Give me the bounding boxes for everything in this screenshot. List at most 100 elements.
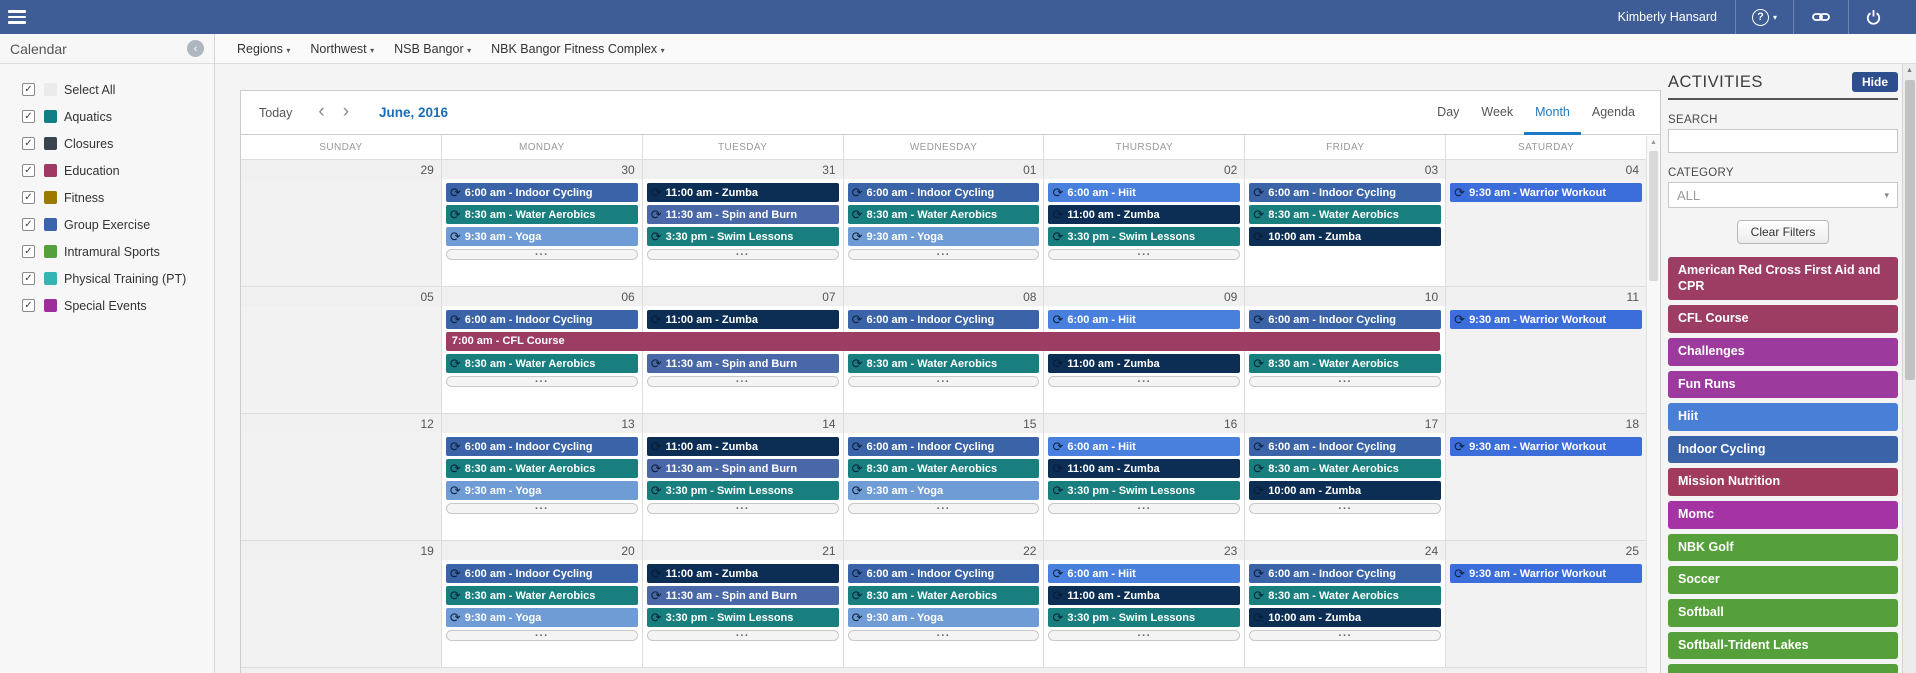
calendar-filter-education[interactable]: ✓Education [0,157,214,184]
day-cell-03[interactable]: 03⟳6:00 am - Indoor Cycling⟳8:30 am - Wa… [1244,160,1445,286]
event-10-00-am-zumba[interactable]: ⟳10:00 am - Zumba [1249,481,1441,500]
more-events-button[interactable]: ... [1249,376,1441,387]
more-events-button[interactable]: ... [848,630,1040,641]
activity-tag-indoor-cycling[interactable]: Indoor Cycling [1668,436,1898,464]
event-6-00-am-indoor-cycling[interactable]: ⟳6:00 am - Indoor Cycling [1249,437,1441,456]
event-6-00-am-indoor-cycling[interactable]: ⟳6:00 am - Indoor Cycling [446,437,638,456]
event-3-30-pm-swim-lessons[interactable]: ⟳3:30 pm - Swim Lessons [1048,481,1240,500]
event-8-30-am-water-aerobics[interactable]: ⟳8:30 am - Water Aerobics [848,459,1040,478]
more-events-button[interactable]: ... [446,249,638,260]
more-events-button[interactable]: ... [446,376,638,387]
event-11-30-am-spin-and-burn[interactable]: ⟳11:30 am - Spin and Burn [647,586,839,605]
day-cell-04[interactable]: 04⟳9:30 am - Warrior Workout [1445,160,1646,286]
event-6-00-am-hiit[interactable]: ⟳6:00 am - Hiit [1048,564,1240,583]
breadcrumb-item-regions[interactable]: Regions ▾ [223,42,296,56]
clear-filters-button[interactable]: Clear Filters [1737,220,1830,244]
day-cell-21[interactable]: 21⟳11:00 am - Zumba⟳11:30 am - Spin and … [642,541,843,667]
prev-month-icon[interactable]: ‹ [318,102,324,124]
more-events-button[interactable]: ... [1048,376,1240,387]
day-cell-15[interactable]: 15⟳6:00 am - Indoor Cycling⟳8:30 am - Wa… [843,414,1044,540]
event-6-00-am-hiit[interactable]: ⟳6:00 am - Hiit [1048,310,1240,329]
event-8-30-am-water-aerobics[interactable]: ⟳8:30 am - Water Aerobics [1249,354,1441,373]
tab-month[interactable]: Month [1524,91,1581,135]
event-6-00-am-hiit[interactable]: ⟳6:00 am - Hiit [1048,437,1240,456]
activity-tag-fun-runs[interactable]: Fun Runs [1668,371,1898,399]
more-events-button[interactable]: ... [647,249,839,260]
breadcrumb-item-nbk-bangor-fitness-complex[interactable]: NBK Bangor Fitness Complex ▾ [477,42,671,56]
activity-tag-softball[interactable]: Softball [1668,599,1898,627]
day-cell-05[interactable]: 05 [241,287,441,413]
event-6-00-am-hiit[interactable]: ⟳6:00 am - Hiit [1048,183,1240,202]
activity-tag-momc[interactable]: Momc [1668,501,1898,529]
activity-tag-item[interactable] [1668,664,1898,673]
scrollbar-thumb[interactable] [1905,80,1915,380]
day-cell-25[interactable]: 25⟳9:30 am - Warrior Workout [1445,541,1646,667]
event-9-30-am-warrior-workout[interactable]: ⟳9:30 am - Warrior Workout [1450,310,1642,329]
tab-week[interactable]: Week [1470,91,1524,135]
calendar-filter-group-exercise[interactable]: ✓Group Exercise [0,211,214,238]
event-11-00-am-zumba[interactable]: ⟳11:00 am - Zumba [1048,459,1240,478]
event-6-00-am-indoor-cycling[interactable]: ⟳6:00 am - Indoor Cycling [848,564,1040,583]
event-6-00-am-indoor-cycling[interactable]: ⟳6:00 am - Indoor Cycling [446,183,638,202]
activity-tag-hiit[interactable]: Hiit [1668,403,1898,431]
event-9-30-am-yoga[interactable]: ⟳9:30 am - Yoga [848,608,1040,627]
checkbox-aquatics[interactable]: ✓ [22,110,35,123]
event-10-00-am-zumba[interactable]: ⟳10:00 am - Zumba [1249,608,1441,627]
today-button[interactable]: Today [259,106,292,120]
checkbox-fitness[interactable]: ✓ [22,191,35,204]
day-cell-30[interactable]: 30⟳6:00 am - Indoor Cycling⟳8:30 am - Wa… [441,160,642,286]
event-6-00-am-indoor-cycling[interactable]: ⟳6:00 am - Indoor Cycling [1249,310,1441,329]
category-select[interactable]: ALL ▾ [1668,182,1898,208]
event-11-00-am-zumba[interactable]: ⟳11:00 am - Zumba [647,310,839,329]
calendar-filter-aquatics[interactable]: ✓Aquatics [0,103,214,130]
activity-tag-cfl-course[interactable]: CFL Course [1668,305,1898,333]
tab-agenda[interactable]: Agenda [1581,91,1646,135]
more-events-button[interactable]: ... [848,376,1040,387]
event-7-00-am-cfl-course[interactable]: 7:00 am - CFL Course [446,332,1441,351]
activity-tag-challenges[interactable]: Challenges [1668,338,1898,366]
event-6-00-am-indoor-cycling[interactable]: ⟳6:00 am - Indoor Cycling [848,310,1040,329]
scrollbar-thumb[interactable] [1649,151,1658,281]
calendar-filter-physical-training-pt[interactable]: ✓Physical Training (PT) [0,265,214,292]
scroll-up-icon[interactable]: ▲ [1903,64,1916,78]
event-9-30-am-warrior-workout[interactable]: ⟳9:30 am - Warrior Workout [1450,183,1642,202]
more-events-button[interactable]: ... [848,249,1040,260]
day-cell-16[interactable]: 16⟳6:00 am - Hiit⟳11:00 am - Zumba⟳3:30 … [1043,414,1244,540]
event-6-00-am-indoor-cycling[interactable]: ⟳6:00 am - Indoor Cycling [446,310,638,329]
event-9-30-am-yoga[interactable]: ⟳9:30 am - Yoga [446,481,638,500]
day-cell-11[interactable]: 11⟳9:30 am - Warrior Workout [1445,287,1646,413]
checkbox-special-events[interactable]: ✓ [22,299,35,312]
event-3-30-pm-swim-lessons[interactable]: ⟳3:30 pm - Swim Lessons [1048,608,1240,627]
more-events-button[interactable]: ... [1048,503,1240,514]
calendar-filter-closures[interactable]: ✓Closures [0,130,214,157]
event-6-00-am-indoor-cycling[interactable]: ⟳6:00 am - Indoor Cycling [1249,183,1441,202]
search-input[interactable] [1668,129,1898,153]
activity-tag-nbk-golf[interactable]: NBK Golf [1668,534,1898,562]
more-events-button[interactable]: ... [1048,630,1240,641]
link-button[interactable] [1794,0,1848,34]
more-events-button[interactable]: ... [1249,630,1441,641]
tab-day[interactable]: Day [1426,91,1470,135]
event-6-00-am-indoor-cycling[interactable]: ⟳6:00 am - Indoor Cycling [848,437,1040,456]
event-6-00-am-indoor-cycling[interactable]: ⟳6:00 am - Indoor Cycling [446,564,638,583]
event-10-00-am-zumba[interactable]: ⟳10:00 am - Zumba [1249,227,1441,246]
more-events-button[interactable]: ... [848,503,1040,514]
event-8-30-am-water-aerobics[interactable]: ⟳8:30 am - Water Aerobics [848,354,1040,373]
next-month-icon[interactable]: › [343,102,349,124]
event-11-00-am-zumba[interactable]: ⟳11:00 am - Zumba [1048,205,1240,224]
event-8-30-am-water-aerobics[interactable]: ⟳8:30 am - Water Aerobics [1249,459,1441,478]
checkbox-closures[interactable]: ✓ [22,137,35,150]
event-8-30-am-water-aerobics[interactable]: ⟳8:30 am - Water Aerobics [446,205,638,224]
more-events-button[interactable]: ... [446,503,638,514]
event-3-30-pm-swim-lessons[interactable]: ⟳3:30 pm - Swim Lessons [647,227,839,246]
breadcrumb-item-northwest[interactable]: Northwest ▾ [296,42,380,56]
page-scrollbar[interactable]: ▲ [1902,64,1916,673]
event-8-30-am-water-aerobics[interactable]: ⟳8:30 am - Water Aerobics [848,586,1040,605]
calendar-scrollbar[interactable]: ▲ [1646,136,1660,673]
event-11-30-am-spin-and-burn[interactable]: ⟳11:30 am - Spin and Burn [647,354,839,373]
event-9-30-am-warrior-workout[interactable]: ⟳9:30 am - Warrior Workout [1450,437,1642,456]
checkbox-select-all[interactable]: ✓ [22,83,35,96]
event-8-30-am-water-aerobics[interactable]: ⟳8:30 am - Water Aerobics [446,586,638,605]
calendar-title[interactable]: June, 2016 [379,105,448,120]
event-3-30-pm-swim-lessons[interactable]: ⟳3:30 pm - Swim Lessons [647,608,839,627]
